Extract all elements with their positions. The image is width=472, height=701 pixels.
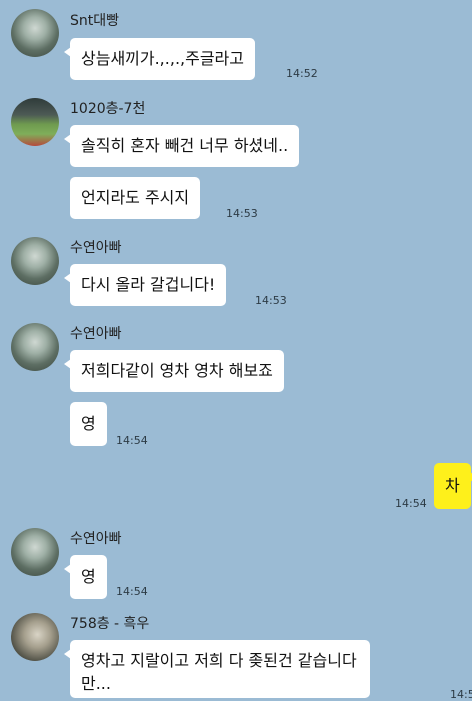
message-text: 상늠새끼가.,.,.,주글라고 bbox=[81, 49, 244, 68]
message-bubble[interactable]: 언지라도 주시지 bbox=[70, 177, 201, 219]
message-time: 14:53 bbox=[226, 207, 258, 220]
sender-name: 수연아빠 bbox=[70, 326, 122, 342]
message-text: 저희다같이 영차 영차 해보죠 bbox=[81, 361, 273, 380]
message-bubble[interactable]: 다시 올라 갈겁니다! bbox=[63, 264, 227, 306]
sender-avatar[interactable] bbox=[11, 528, 59, 576]
sender-avatar[interactable] bbox=[11, 323, 59, 371]
message-time: 14:54 bbox=[116, 585, 148, 598]
message-time: 14:52 bbox=[286, 67, 318, 80]
message-text: 다시 올라 갈겁니다! bbox=[81, 275, 216, 294]
message-time: 14:54 bbox=[116, 434, 148, 447]
sender-name: 수연아빠 bbox=[70, 531, 122, 547]
message-bubble[interactable]: 영 bbox=[64, 555, 107, 599]
message-bubble[interactable]: 저희다같이 영차 영차 해보죠 bbox=[64, 350, 284, 392]
message-bubble[interactable]: 영차고 지랄이고 저희 다 좆된건 같습니다만... bbox=[64, 640, 370, 698]
message-bubble[interactable]: 솔직히 혼자 빼건 너무 하셨네.. bbox=[63, 125, 300, 167]
message-bubble[interactable]: 영 bbox=[70, 402, 107, 446]
message-text: 영차고 지랄이고 저희 다 좆된건 같습니다만... bbox=[81, 651, 357, 693]
sender-name: 758층 - 흑우 bbox=[70, 616, 150, 632]
message-text: 언지라도 주시지 bbox=[81, 188, 190, 207]
message-text: 영 bbox=[81, 567, 96, 586]
message-time: 14:53 bbox=[255, 294, 287, 307]
sender-avatar[interactable] bbox=[11, 9, 59, 57]
message-text: 영 bbox=[81, 414, 96, 433]
message-time: 14:54 bbox=[395, 497, 427, 510]
sender-avatar[interactable] bbox=[11, 98, 59, 146]
my-message-bubble[interactable]: 차 bbox=[434, 463, 472, 509]
message-text: 솔직히 혼자 빼건 너무 하셨네.. bbox=[81, 136, 289, 155]
sender-name: Snt대빵 bbox=[70, 13, 120, 29]
message-bubble[interactable]: 상늠새끼가.,.,.,주글라고 bbox=[64, 38, 255, 80]
sender-name: 1020층-7천 bbox=[70, 101, 146, 117]
sender-avatar[interactable] bbox=[11, 613, 59, 661]
sender-avatar[interactable] bbox=[11, 237, 59, 285]
message-text: 차 bbox=[445, 476, 460, 495]
message-time: 14:5 bbox=[450, 688, 472, 701]
sender-name: 수연아빠 bbox=[70, 240, 122, 256]
